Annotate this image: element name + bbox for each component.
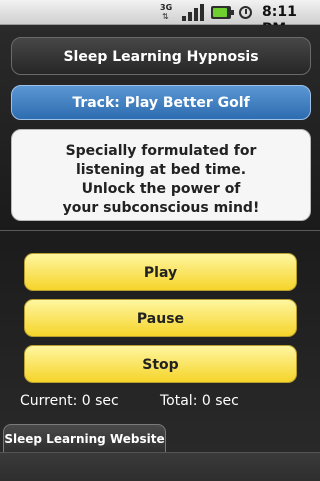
current-time: Current: 0 sec xyxy=(20,393,119,409)
signal-icon xyxy=(182,4,206,21)
tab-sleep-learning-website[interactable]: Sleep Learning Website xyxy=(3,424,166,452)
network-3g-icon: 3G ⇅ xyxy=(160,3,173,21)
play-button[interactable]: Play xyxy=(24,253,297,291)
track-selector[interactable]: Track: Play Better Golf xyxy=(11,85,311,120)
tab-strip xyxy=(0,452,320,481)
description-line: Specially formulated for xyxy=(65,143,257,159)
status-bar: 3G ⇅ 8:11 PM xyxy=(0,0,320,37)
total-time: Total: 0 sec xyxy=(160,393,239,409)
description-line: listening at bed time. xyxy=(75,162,247,178)
description-box: Specially formulated for listening at be… xyxy=(11,129,311,221)
description-line: your subconscious mind! xyxy=(62,200,260,216)
description-line: Unlock the power of xyxy=(81,181,241,197)
divider xyxy=(0,230,320,231)
alarm-icon xyxy=(238,4,256,21)
pause-button[interactable]: Pause xyxy=(24,299,297,337)
app-title: Sleep Learning Hypnosis xyxy=(11,37,311,75)
battery-icon xyxy=(211,4,235,21)
app-content: Sleep Learning Hypnosis Track: Play Bett… xyxy=(0,25,320,481)
stop-button[interactable]: Stop xyxy=(24,345,297,383)
